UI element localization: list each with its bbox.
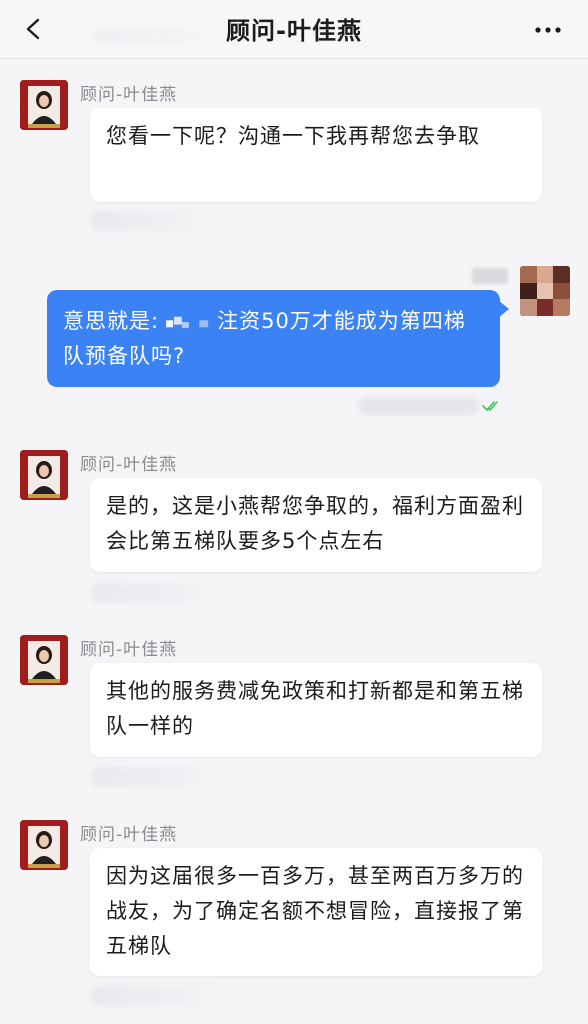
- more-dots-icon: [535, 27, 561, 33]
- my-avatar-pixelated: [520, 266, 570, 316]
- read-check-icon: [482, 401, 498, 412]
- message-bubble[interactable]: 其他的服务费减免政策和打新都是和第五梯队一样的: [90, 663, 542, 757]
- message-bubble[interactable]: 是的，这是小燕帮您争取的，福利方面盈利会比第五梯队要多5个点左右: [90, 478, 542, 572]
- chat-header: 顾问-叶佳燕: [0, 0, 588, 59]
- blurred-timestamp: [358, 397, 480, 415]
- sender-name: 顾问-叶佳燕: [80, 85, 178, 105]
- advisor-avatar[interactable]: [20, 820, 68, 870]
- blurred-meta: [90, 767, 220, 787]
- message-bubble[interactable]: 您看一下呢？沟通一下我再帮您去争取: [90, 108, 542, 202]
- sender-name: 顾问-叶佳燕: [80, 640, 178, 660]
- advisor-avatar-image: [20, 635, 68, 685]
- redacted-text-icon: [166, 316, 209, 329]
- blurred-meta: [90, 583, 220, 603]
- advisor-avatar[interactable]: [20, 80, 68, 130]
- bubble-tail: [498, 300, 509, 318]
- more-button[interactable]: [530, 14, 566, 44]
- advisor-avatar[interactable]: [20, 450, 68, 500]
- message-bubble[interactable]: 因为这届很多一百多万，甚至两百万多万的战友，为了确定名额不想冒险，直接报了第五梯…: [90, 848, 542, 976]
- blurred-meta: [90, 211, 210, 231]
- advisor-avatar-image: [20, 450, 68, 500]
- advisor-avatar-image: [20, 80, 68, 130]
- blurred-meta: [92, 28, 202, 44]
- chat-title: 顾问-叶佳燕: [226, 17, 362, 45]
- my-message-bubble[interactable]: 意思就是: 注资50万才能成为第四梯队预备队吗?: [47, 290, 500, 387]
- sender-name: 顾问-叶佳燕: [80, 455, 178, 475]
- my-avatar[interactable]: [520, 266, 570, 316]
- blurred-meta: [90, 986, 220, 1006]
- message-text-start: 意思就是:: [63, 309, 160, 333]
- sender-name: 顾问-叶佳燕: [80, 825, 178, 845]
- advisor-avatar[interactable]: [20, 635, 68, 685]
- my-name-blurred: [472, 268, 508, 284]
- advisor-avatar-image: [20, 820, 68, 870]
